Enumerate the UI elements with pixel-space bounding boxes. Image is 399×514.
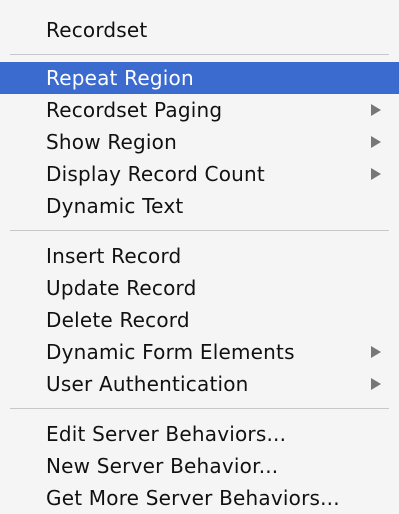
menu-item-edit-server-behaviors[interactable]: Edit Server Behaviors... (0, 418, 399, 450)
menu-item-label: Edit Server Behaviors... (46, 422, 287, 446)
menu-item-delete-record[interactable]: Delete Record (0, 304, 399, 336)
menu-item-label: Delete Record (46, 308, 190, 332)
menu-item-get-more-server-behaviors[interactable]: Get More Server Behaviors... (0, 482, 399, 514)
submenu-arrow-icon (371, 346, 381, 358)
menu-item-insert-record[interactable]: Insert Record (0, 240, 399, 272)
menu-item-label: Get More Server Behaviors... (46, 486, 340, 510)
menu-item-label: Dynamic Text (46, 194, 184, 218)
menu-item-label: Update Record (46, 276, 197, 300)
submenu-arrow-icon (371, 168, 381, 180)
context-menu: Recordset Repeat Region Recordset Paging… (0, 0, 399, 514)
menu-item-label: New Server Behavior... (46, 454, 279, 478)
menu-item-recordset-paging[interactable]: Recordset Paging (0, 94, 399, 126)
menu-item-new-server-behavior[interactable]: New Server Behavior... (0, 450, 399, 482)
submenu-arrow-icon (371, 378, 381, 390)
menu-item-label: Dynamic Form Elements (46, 340, 295, 364)
menu-item-user-authentication[interactable]: User Authentication (0, 368, 399, 400)
menu-item-label: Display Record Count (46, 162, 265, 186)
menu-item-recordset[interactable]: Recordset (0, 14, 399, 46)
menu-separator (10, 230, 389, 231)
menu-item-dynamic-text[interactable]: Dynamic Text (0, 190, 399, 222)
menu-item-label: Recordset (46, 18, 148, 42)
menu-item-display-record-count[interactable]: Display Record Count (0, 158, 399, 190)
menu-item-update-record[interactable]: Update Record (0, 272, 399, 304)
menu-item-label: User Authentication (46, 372, 249, 396)
menu-separator (10, 408, 389, 409)
menu-item-repeat-region[interactable]: Repeat Region (0, 62, 399, 94)
submenu-arrow-icon (371, 104, 381, 116)
submenu-arrow-icon (371, 136, 381, 148)
menu-item-dynamic-form-elements[interactable]: Dynamic Form Elements (0, 336, 399, 368)
menu-separator (10, 54, 389, 55)
menu-item-label: Recordset Paging (46, 98, 223, 122)
menu-item-label: Insert Record (46, 244, 182, 268)
menu-item-label: Show Region (46, 130, 177, 154)
menu-item-label: Repeat Region (46, 66, 194, 90)
menu-item-show-region[interactable]: Show Region (0, 126, 399, 158)
